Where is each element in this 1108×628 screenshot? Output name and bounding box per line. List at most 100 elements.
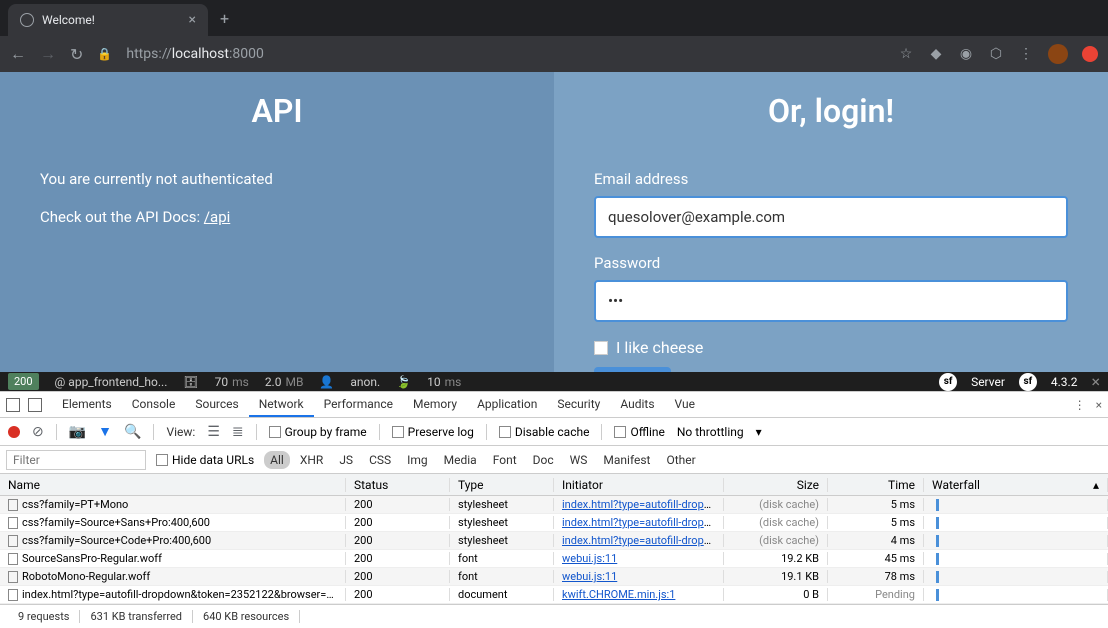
email-field[interactable] — [594, 196, 1068, 238]
large-view-icon[interactable]: ≣ — [232, 424, 244, 440]
server-label[interactable]: Server — [971, 375, 1005, 389]
throttling-select[interactable]: No throttling — [677, 425, 744, 439]
devtools-tab-memory[interactable]: Memory — [403, 393, 467, 417]
sf-db-icon[interactable]: 🗄 — [183, 375, 198, 389]
filter-chip-img[interactable]: Img — [401, 451, 434, 469]
initiator-link[interactable]: webui.js:11 — [562, 570, 617, 583]
search-icon[interactable]: 🔍 — [124, 424, 141, 440]
browser-tab[interactable]: Welcome! × — [8, 4, 208, 36]
camera-icon[interactable]: 📷 — [69, 424, 86, 440]
devtools-close-icon[interactable]: × — [1096, 398, 1102, 412]
initiator-link[interactable]: index.html?type=autofill-dropdo... — [562, 498, 724, 511]
offline-checkbox[interactable] — [614, 426, 626, 438]
initiator-link[interactable]: webui.js:11 — [562, 552, 617, 565]
col-time[interactable]: Time — [828, 478, 924, 492]
table-row[interactable]: SourceSansPro-Regular.woff200fontwebui.j… — [0, 550, 1108, 568]
filter-chip-css[interactable]: CSS — [363, 451, 397, 469]
clear-button[interactable]: ⊘ — [32, 424, 44, 440]
devtools-tab-security[interactable]: Security — [547, 393, 610, 417]
waterfall-bar — [936, 589, 939, 601]
star-icon[interactable]: ☆ — [898, 46, 914, 62]
filter-chip-doc[interactable]: Doc — [527, 451, 560, 469]
extension-icon[interactable]: ◆ — [928, 46, 944, 62]
filter-chip-manifest[interactable]: Manifest — [597, 451, 656, 469]
tab-strip: Welcome! × + — [0, 0, 1108, 36]
filter-chip-all[interactable]: All — [264, 451, 290, 469]
memory-usage[interactable]: 2.0 MB — [265, 375, 304, 389]
col-initiator[interactable]: Initiator — [554, 478, 724, 492]
file-icon — [8, 589, 18, 601]
shield-icon[interactable]: ⬡ — [988, 46, 1004, 62]
route-name[interactable]: @ app_frontend_ho... — [55, 375, 168, 389]
filter-icon[interactable]: ▼ — [98, 423, 112, 440]
table-row[interactable]: css?family=Source+Sans+Pro:400,600200sty… — [0, 514, 1108, 532]
cheese-checkbox[interactable] — [594, 341, 608, 355]
filter-chip-ws[interactable]: WS — [564, 451, 594, 469]
filter-chip-other[interactable]: Other — [660, 451, 701, 469]
filter-input[interactable] — [6, 450, 146, 470]
list-view-icon[interactable]: ☰ — [207, 424, 220, 440]
devtools-tab-application[interactable]: Application — [467, 393, 547, 417]
group-frame-checkbox[interactable] — [269, 426, 281, 438]
reload-button[interactable]: ↻ — [70, 45, 83, 64]
transferred-size: 631 KB transferred — [80, 610, 193, 623]
profile-avatar[interactable] — [1048, 44, 1068, 64]
api-docs-link[interactable]: /api — [204, 208, 230, 226]
table-row[interactable]: css?family=Source+Code+Pro:400,600200sty… — [0, 532, 1108, 550]
col-waterfall[interactable]: Waterfall▴ — [924, 478, 1108, 492]
symfony-logo-2[interactable]: sf — [1019, 373, 1037, 391]
filter-chip-xhr[interactable]: XHR — [294, 451, 329, 469]
device-icon[interactable] — [28, 398, 42, 412]
table-row[interactable]: index.html?type=autofill-dropdown&token=… — [0, 586, 1108, 604]
inspect-icon[interactable] — [6, 398, 20, 412]
table-row[interactable]: RobotoMono-Regular.woff200fontwebui.js:1… — [0, 568, 1108, 586]
table-row[interactable]: css?family=PT+Mono200stylesheetindex.htm… — [0, 496, 1108, 514]
twig-time[interactable]: 10 ms — [427, 375, 461, 389]
menu-icon[interactable]: ⋮ — [1018, 46, 1034, 62]
devtools-tab-elements[interactable]: Elements — [52, 393, 122, 417]
new-tab-button[interactable]: + — [220, 9, 229, 28]
devtools-tab-vue[interactable]: Vue — [665, 393, 705, 417]
preserve-log-checkbox[interactable] — [392, 426, 404, 438]
devtools-tab-audits[interactable]: Audits — [610, 393, 664, 417]
throttling-chevron-icon[interactable]: ▾ — [756, 425, 762, 439]
devtools-tab-network[interactable]: Network — [249, 393, 314, 417]
col-status[interactable]: Status — [346, 478, 450, 492]
devtools-tab-console[interactable]: Console — [122, 393, 186, 417]
twig-icon: 🍃 — [396, 375, 411, 389]
record-button[interactable] — [8, 426, 20, 438]
symfony-version[interactable]: 4.3.2 — [1051, 375, 1078, 389]
initiator-link[interactable]: index.html?type=autofill-dropdo... — [562, 516, 724, 529]
back-button[interactable]: ← — [10, 44, 26, 64]
toolbar-icons: ☆ ◆ ◉ ⬡ ⋮ — [898, 44, 1098, 64]
login-heading: Or, login! — [594, 92, 1068, 130]
col-size[interactable]: Size — [724, 478, 828, 492]
col-type[interactable]: Type — [450, 478, 554, 492]
devtools-tab-sources[interactable]: Sources — [185, 393, 248, 417]
devtools-tab-performance[interactable]: Performance — [314, 393, 403, 417]
password-field[interactable] — [594, 280, 1068, 322]
filter-chip-js[interactable]: JS — [333, 451, 359, 469]
extension-icon-2[interactable]: ◉ — [958, 46, 974, 62]
filter-chip-media[interactable]: Media — [438, 451, 483, 469]
forward-button[interactable]: → — [40, 44, 56, 64]
notification-dot[interactable] — [1082, 46, 1098, 62]
current-user[interactable]: anon. — [350, 375, 380, 389]
initiator-link[interactable]: index.html?type=autofill-dropdo... — [562, 534, 724, 547]
disable-cache-checkbox[interactable] — [499, 426, 511, 438]
login-panel: Or, login! Email address Password I like… — [554, 72, 1108, 372]
sf-close-icon[interactable]: × — [1091, 372, 1100, 391]
url-input[interactable]: https://localhost:8000 — [126, 46, 884, 62]
initiator-link[interactable]: kwift.CHROME.min.js:1 — [562, 588, 675, 601]
close-icon[interactable]: × — [189, 12, 196, 28]
col-name[interactable]: Name — [0, 478, 346, 492]
http-status[interactable]: 200 — [8, 373, 39, 390]
cheese-label: I like cheese — [616, 338, 703, 357]
filter-row: Hide data URLs AllXHRJSCSSImgMediaFontDo… — [0, 446, 1108, 474]
filter-chip-font[interactable]: Font — [487, 451, 523, 469]
symfony-logo[interactable]: sf — [939, 373, 957, 391]
hide-urls-checkbox[interactable] — [156, 454, 168, 466]
request-time[interactable]: 70 ms — [215, 375, 249, 389]
docs-text: Check out the API Docs: /api — [40, 208, 514, 226]
devtools-more-icon[interactable]: ⋮ — [1074, 398, 1086, 412]
